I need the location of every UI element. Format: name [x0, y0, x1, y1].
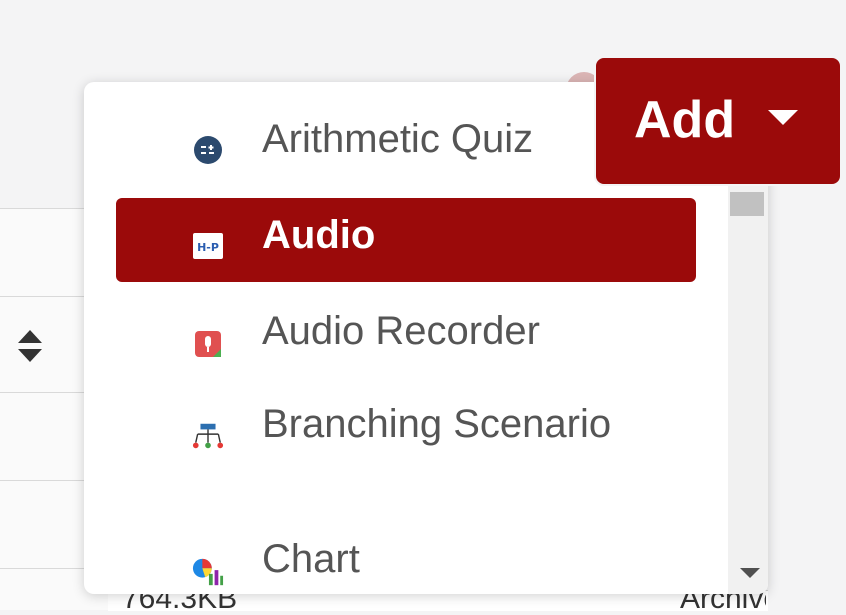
menu-item-chart[interactable]: Chart: [116, 532, 696, 586]
sort-icon[interactable]: [16, 328, 44, 364]
add-button-label: Add: [634, 91, 736, 149]
branching-scenario-icon: [192, 420, 224, 452]
svg-text:H-P: H-P: [197, 241, 219, 254]
arithmetic-quiz-icon: [192, 134, 224, 166]
caret-down-icon: [768, 110, 798, 125]
chart-icon: [192, 556, 224, 588]
h5p-icon: H-P: [192, 230, 224, 262]
scrollbar-thumb[interactable]: [730, 192, 764, 216]
menu-item-label: Audio: [262, 213, 376, 257]
menu-item-label: Branching Scenario: [262, 402, 612, 446]
add-button[interactable]: Add: [594, 56, 842, 186]
scroll-down-arrow-icon[interactable]: [740, 568, 760, 578]
menu-item-label: Arithmetic Quiz: [262, 117, 534, 161]
menu-item-audio-recorder[interactable]: Audio Recorder: [116, 304, 696, 358]
menu-item-audio[interactable]: H-P Audio: [116, 198, 696, 282]
audio-recorder-icon: [192, 328, 224, 360]
menu-item-label: Audio Recorder: [262, 309, 540, 353]
menu-item-branching-scenario[interactable]: Branching Scenario: [116, 398, 696, 502]
menu-item-label: Chart: [262, 537, 360, 581]
